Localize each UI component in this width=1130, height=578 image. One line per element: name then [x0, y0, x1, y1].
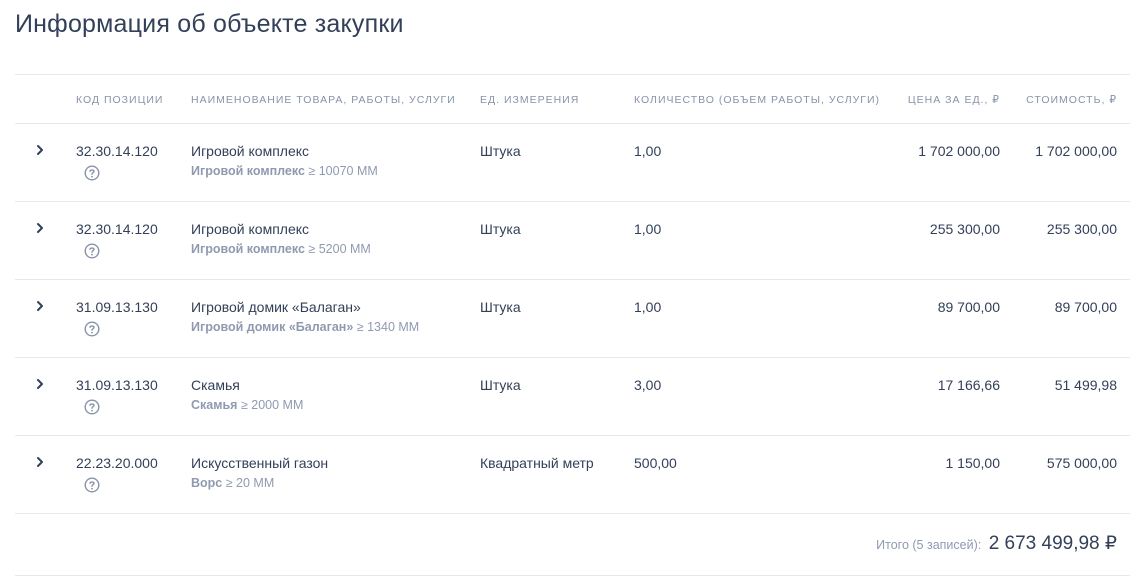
- total-cost: 51 499,98: [1054, 377, 1117, 393]
- table-row[interactable]: 32.30.14.120 Игровой комплекс Игровой ко…: [15, 123, 1130, 201]
- unit-of-measure: Штука: [480, 299, 521, 315]
- total-value: 2 673 499,98 ₽: [988, 533, 1117, 554]
- table-row[interactable]: 32.30.14.120 Игровой комплекс Игровой ко…: [15, 201, 1130, 279]
- quantity: 3,00: [634, 377, 662, 393]
- item-characteristic: Скамья ≥ 2000 ММ: [191, 398, 303, 412]
- chevron-right-icon[interactable]: [33, 299, 47, 313]
- unit-price: 17 166,66: [937, 377, 1000, 393]
- chevron-right-icon[interactable]: [33, 221, 47, 235]
- quantity: 1,00: [634, 299, 662, 315]
- characteristic-name: Ворс: [191, 476, 223, 490]
- quantity: 500,00: [634, 455, 677, 471]
- characteristic-value: ≥ 10070 ММ: [304, 164, 378, 178]
- procurement-items-table: Код позиции Наименование товара, работы,…: [15, 74, 1130, 576]
- column-header-unit: Ед. измерения: [480, 94, 580, 106]
- item-name: Игровой комплекс: [191, 143, 310, 159]
- position-code: 31.09.13.130: [76, 299, 158, 315]
- column-header-name: Наименование товара, работы, услуги: [191, 94, 456, 106]
- total-label: Итого (5 записей):: [876, 538, 982, 552]
- question-circle-icon[interactable]: [84, 321, 100, 337]
- item-name: Искусственный газон: [191, 455, 329, 471]
- question-circle-icon[interactable]: [84, 243, 100, 259]
- characteristic-value: ≥ 1340 ММ: [353, 320, 420, 334]
- unit-of-measure: Штука: [480, 221, 521, 237]
- total-summary: Итого (5 записей): 2 673 499,98 ₽: [876, 532, 1117, 555]
- table-row[interactable]: 31.09.13.130 Игровой домик «Балаган» Игр…: [15, 279, 1130, 357]
- unit-price: 1 702 000,00: [918, 143, 1000, 159]
- table-header: Код позиции Наименование товара, работы,…: [15, 74, 1130, 123]
- item-name: Игровой комплекс: [191, 221, 310, 237]
- table-row[interactable]: 22.23.20.000 Искусственный газон Ворс ≥ …: [15, 435, 1130, 513]
- item-characteristic: Ворс ≥ 20 ММ: [191, 476, 274, 490]
- position-code: 31.09.13.130: [76, 377, 158, 393]
- characteristic-value: ≥ 5200 ММ: [304, 242, 371, 256]
- unit-of-measure: Штука: [480, 143, 521, 159]
- column-header-quantity: Количество (объем работы, услуги): [634, 94, 881, 106]
- total-cost: 1 702 000,00: [1035, 143, 1117, 159]
- characteristic-name: Игровой домик «Балаган»: [191, 320, 354, 334]
- item-characteristic: Игровой комплекс ≥ 10070 ММ: [191, 164, 378, 178]
- item-characteristic: Игровой комплекс ≥ 5200 ММ: [191, 242, 371, 256]
- total-cost: 89 700,00: [1054, 299, 1117, 315]
- total-cost: 575 000,00: [1046, 455, 1117, 471]
- chevron-right-icon[interactable]: [33, 143, 47, 157]
- position-code: 22.23.20.000: [76, 455, 158, 471]
- chevron-right-icon[interactable]: [33, 455, 47, 469]
- item-characteristic: Игровой домик «Балаган» ≥ 1340 ММ: [191, 320, 419, 334]
- characteristic-name: Игровой комплекс: [191, 242, 305, 256]
- position-code: 32.30.14.120: [76, 143, 158, 159]
- item-name: Скамья: [191, 377, 240, 393]
- page-title: Информация об объекте закупки: [15, 10, 404, 38]
- table-footer-total: Итого (5 записей): 2 673 499,98 ₽: [15, 513, 1130, 576]
- question-circle-icon[interactable]: [84, 165, 100, 181]
- chevron-right-icon[interactable]: [33, 377, 47, 391]
- unit-price: 255 300,00: [929, 221, 1000, 237]
- characteristic-name: Скамья: [191, 398, 238, 412]
- unit-price: 89 700,00: [937, 299, 1000, 315]
- question-circle-icon[interactable]: [84, 477, 100, 493]
- quantity: 1,00: [634, 221, 662, 237]
- position-code: 32.30.14.120: [76, 221, 158, 237]
- item-name: Игровой домик «Балаган»: [191, 299, 361, 315]
- column-header-price: Цена за ед., ₽: [907, 94, 1000, 106]
- column-header-code: Код позиции: [76, 94, 164, 106]
- question-circle-icon[interactable]: [84, 399, 100, 415]
- unit-price: 1 150,00: [945, 455, 1001, 471]
- characteristic-name: Игровой комплекс: [191, 164, 305, 178]
- unit-of-measure: Квадратный метр: [480, 455, 594, 471]
- unit-of-measure: Штука: [480, 377, 521, 393]
- table-row[interactable]: 31.09.13.130 Скамья Скамья ≥ 2000 ММ Шту…: [15, 357, 1130, 435]
- quantity: 1,00: [634, 143, 662, 159]
- characteristic-value: ≥ 20 ММ: [222, 476, 275, 490]
- column-header-cost: Стоимость, ₽: [1026, 94, 1117, 106]
- total-cost: 255 300,00: [1046, 221, 1117, 237]
- characteristic-value: ≥ 2000 ММ: [237, 398, 304, 412]
